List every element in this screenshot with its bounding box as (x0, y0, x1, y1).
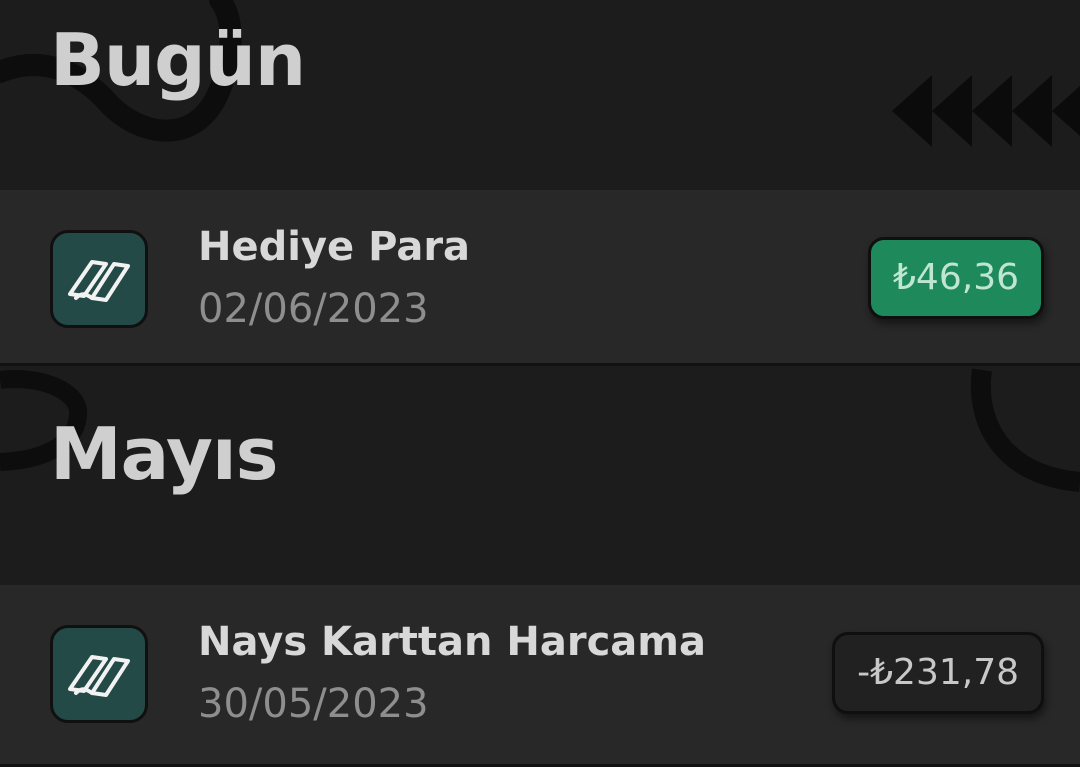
transaction-date: 02/06/2023 (198, 286, 429, 332)
transaction-title: Nays Karttan Harcama (198, 619, 706, 665)
transaction-title: Hediye Para (198, 224, 471, 270)
transaction-date: 30/05/2023 (198, 681, 429, 727)
arrow-pattern-decoration (892, 75, 1080, 147)
papara-logo-icon (50, 625, 148, 723)
transaction-row[interactable]: Hediye Para 02/06/2023 ₺46,36 (0, 190, 1080, 366)
papara-logo-icon (50, 230, 148, 328)
transaction-row[interactable]: Nays Karttan Harcama 30/05/2023 -₺231,78 (0, 585, 1080, 767)
amount-badge-expense: -₺231,78 (832, 632, 1044, 714)
amount-badge-income: ₺46,36 (868, 237, 1044, 319)
section-title-may: Mayıs (50, 412, 278, 496)
transaction-history-screen: Bugün Hediye Para 02/06/2023 ₺46,36 Mayı… (0, 0, 1080, 767)
section-title-today: Bugün (50, 18, 306, 102)
